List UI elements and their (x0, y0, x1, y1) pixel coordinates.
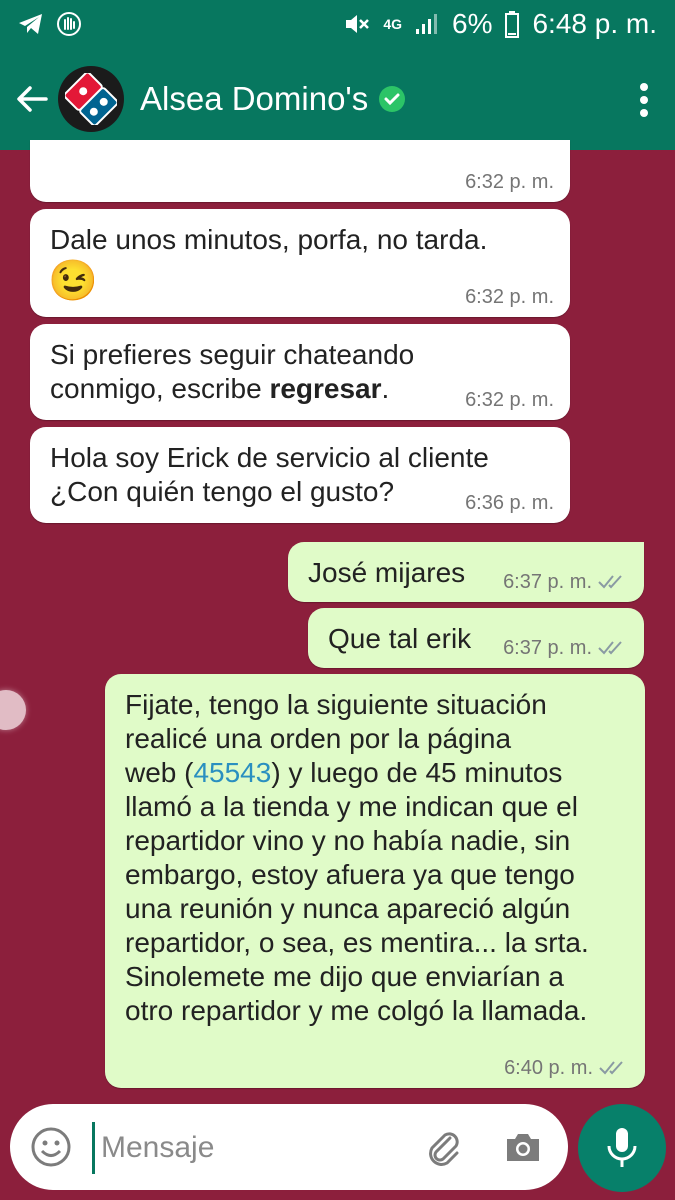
dominos-logo-icon (65, 73, 117, 125)
telegram-icon (19, 14, 42, 34)
touch-indicator (0, 690, 26, 730)
order-number-link[interactable]: 45543 (193, 757, 271, 788)
status-bar: 4G 6% 6:48 p. m. (0, 0, 675, 48)
message-text: José mijares (308, 557, 466, 588)
message-text-span: . (381, 373, 390, 404)
message-input[interactable] (92, 1122, 403, 1174)
message-time: 6:37 p. m. (503, 571, 592, 593)
more-options-icon[interactable] (639, 82, 649, 118)
message-incoming[interactable]: Si prefieres seguir chateando conmigo, e… (30, 324, 570, 420)
double-check-icon (598, 641, 622, 655)
mute-icon (346, 15, 370, 33)
message-incoming[interactable]: Hola soy Erick de servicio al cliente ¿C… (30, 427, 570, 523)
message-time-row: 6:37 p. m. (503, 638, 628, 658)
message-incoming[interactable]: 6:32 p. m. (30, 140, 570, 202)
message-text-line: llamó a la tienda y me indican que el (125, 791, 578, 822)
message-text-line: Fijate, tengo la siguiente situación (125, 689, 547, 720)
message-time: 6:32 p. m. (465, 389, 554, 411)
camera-icon[interactable] (502, 1126, 544, 1168)
message-outgoing[interactable]: Que tal erik 6:37 p. m. (308, 608, 644, 668)
message-text-line: una reunión y nunca apareció algún (125, 893, 571, 924)
message-text: Dale unos minutos, porfa, no tarda. (50, 224, 488, 255)
clock: 6:48 p. m. (532, 8, 657, 39)
message-text-line: Hola soy Erick de servicio al cliente (50, 442, 489, 473)
message-text-span: conmigo, escribe (50, 373, 270, 404)
double-check-icon (599, 1061, 623, 1075)
message-bold-keyword: regresar (269, 373, 382, 404)
message-time: 6:36 p. m. (465, 492, 554, 514)
gesture-hand-icon (57, 12, 81, 36)
message-incoming[interactable]: Dale unos minutos, porfa, no tarda. 😉 6:… (30, 209, 570, 317)
message-text-line: repartidor, o sea, es mentira... la srta… (125, 927, 589, 958)
message-time: 6:37 p. m. (503, 637, 592, 659)
avatar[interactable] (58, 66, 124, 132)
message-outgoing[interactable]: José mijares 6:37 p. m. (288, 542, 644, 602)
message-text-line: embargo, estoy afuera ya que tengo (125, 859, 575, 890)
battery-icon (505, 11, 520, 38)
network-type: 4G (383, 16, 403, 32)
back-arrow-icon[interactable] (14, 81, 50, 117)
voice-record-button[interactable] (578, 1104, 666, 1192)
verified-badge-icon (379, 86, 406, 112)
message-time-row: 6:37 p. m. (503, 572, 628, 592)
message-composer (10, 1104, 568, 1190)
message-outgoing[interactable]: Fijate, tengo la siguiente situación rea… (105, 674, 645, 1088)
signal-icon (416, 14, 438, 34)
message-time: 6:32 p. m. (465, 286, 554, 308)
double-check-icon (598, 575, 622, 589)
message-text-line: otro repartidor y me colgó la llamada. (125, 995, 588, 1026)
message-text-line: conmigo, escribe regresar. (50, 372, 389, 406)
message-text-line: repartidor vino y no había nadie, sin (125, 825, 571, 856)
chat-header: Alsea Domino's (0, 48, 675, 150)
wink-emoji-icon: 😉 (48, 259, 98, 303)
message-text: Que tal erik (328, 623, 472, 654)
message-text-span: ) y luego de 45 minutos (271, 757, 563, 788)
contact-name-label: Alsea Domino's (140, 80, 369, 117)
status-right-icons: 4G 6% 6:48 p. m. (343, 8, 657, 40)
contact-name[interactable]: Alsea Domino's (140, 80, 406, 118)
message-body: Fijate, tengo la siguiente situación rea… (125, 688, 635, 1028)
message-time: 6:32 p. m. (465, 171, 554, 193)
emoji-icon[interactable] (30, 1126, 72, 1168)
message-text-line: Si prefieres seguir chateando (50, 339, 415, 370)
message-text-line: realicé una orden por la página (125, 723, 512, 754)
message-text-span: web ( (125, 757, 194, 788)
message-text-line: web (45543) y luego de 45 minutos (125, 756, 635, 790)
microphone-icon (607, 1128, 637, 1167)
message-text-line: Sinolemete me dijo que enviarían a (125, 961, 564, 992)
battery-percent: 6% (452, 8, 493, 39)
message-text-line: ¿Con quién tengo el gusto? (50, 476, 395, 507)
status-left-icons (18, 11, 82, 37)
message-time: 6:40 p. m. (504, 1057, 593, 1079)
attach-icon[interactable] (422, 1126, 464, 1168)
message-time-row: 6:40 p. m. (504, 1058, 629, 1078)
